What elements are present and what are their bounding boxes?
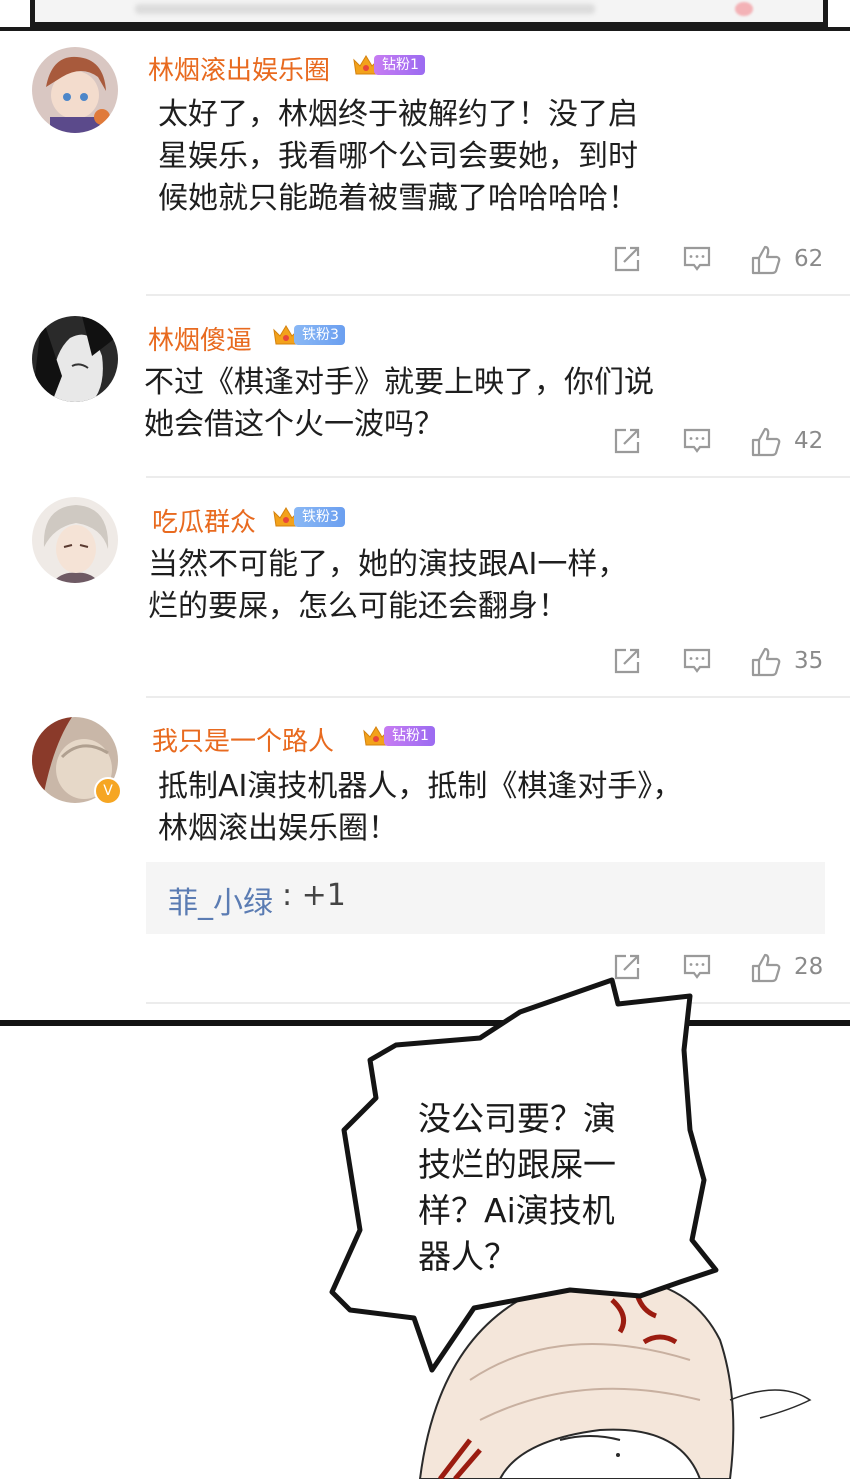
badge-label: 钻粉1 <box>374 55 425 75</box>
fan-badge: 铁粉3 <box>272 506 345 528</box>
previous-panel-remnant <box>0 0 850 30</box>
like-count: 35 <box>794 648 824 674</box>
like-count: 28 <box>794 954 824 980</box>
fan-badge: 钻粉1 <box>352 54 425 76</box>
bubble-line: 没公司要？演 <box>418 1099 616 1138</box>
username[interactable]: 吃瓜群众 <box>152 502 256 539</box>
comment-actions: 42 <box>612 426 832 462</box>
comment-icon[interactable] <box>682 426 712 456</box>
comment-text: 太好了，林烟终于被解约了！没了启 星娱乐，我看哪个公司会要她，到时 候她就只能跪… <box>158 94 638 220</box>
phone-frame-edge <box>30 0 828 27</box>
comment-text: 当然不可能了，她的演技跟AI一样， 烂的要屎，怎么可能还会翻身！ <box>148 544 627 628</box>
comment-line: 她会借这个火一波吗？ <box>144 407 444 442</box>
like-icon[interactable] <box>750 244 782 276</box>
blurred-text <box>135 4 595 14</box>
share-icon[interactable] <box>612 244 642 274</box>
like-count: 62 <box>794 246 824 272</box>
avatar[interactable] <box>32 497 118 583</box>
share-icon[interactable] <box>612 646 642 676</box>
share-icon[interactable] <box>612 952 642 982</box>
comment-text: 不过《棋逢对手》就要上映了，你们说 她会借这个火一波吗？ <box>144 362 654 446</box>
like-count: 42 <box>794 428 824 454</box>
reply-text: : +1 <box>282 878 346 913</box>
comment-actions: 35 <box>612 646 832 682</box>
like-icon[interactable] <box>750 426 782 458</box>
username[interactable]: 林烟滚出娱乐圈 <box>148 50 330 87</box>
username[interactable]: 我只是一个路人 <box>152 721 334 758</box>
comment-line: 林烟滚出娱乐圈！ <box>158 811 398 846</box>
panel-border <box>0 27 850 31</box>
divider <box>146 476 850 478</box>
comment-line: 当然不可能了，她的演技跟AI一样， <box>148 547 628 582</box>
comment-line: 太好了，林烟终于被解约了！没了启 <box>158 97 638 132</box>
like-icon[interactable] <box>750 952 782 984</box>
blurred-icon <box>735 2 753 16</box>
share-icon[interactable] <box>612 426 642 456</box>
comment-icon[interactable] <box>682 244 712 274</box>
like-icon[interactable] <box>750 646 782 678</box>
divider <box>146 1002 850 1004</box>
fan-badge: 铁粉3 <box>272 324 345 346</box>
divider <box>146 696 850 698</box>
comment-icon[interactable] <box>682 952 712 982</box>
comment-line: 候她就只能跪着被雪藏了哈哈哈哈！ <box>158 181 638 216</box>
comment-text: 抵制AI演技机器人，抵制《棋逢对手》， 林烟滚出娱乐圈！ <box>158 766 682 850</box>
reply-username[interactable]: 菲_小绿 <box>168 878 273 922</box>
comment-actions: 28 <box>612 952 832 988</box>
badge-label: 铁粉3 <box>294 325 345 345</box>
avatar[interactable] <box>32 47 118 133</box>
comment-line: 不过《棋逢对手》就要上映了，你们说 <box>144 365 654 400</box>
comment-icon[interactable] <box>682 646 712 676</box>
comment-line: 星娱乐，我看哪个公司会要她，到时 <box>158 139 638 174</box>
fan-badge: 钻粉1 <box>362 725 435 747</box>
bubble-line: 样？Ai演技机 <box>418 1191 615 1230</box>
avatar[interactable] <box>32 316 118 402</box>
comment-line: 抵制AI演技机器人，抵制《棋逢对手》， <box>158 769 683 804</box>
badge-label: 钻粉1 <box>384 726 435 746</box>
comment-line: 烂的要屎，怎么可能还会翻身！ <box>148 589 568 624</box>
reply-preview[interactable]: 菲_小绿 : +1 <box>146 862 825 934</box>
badge-label: 铁粉3 <box>294 507 345 527</box>
username[interactable]: 林烟傻逼 <box>148 320 252 357</box>
comment-actions: 62 <box>612 244 832 280</box>
panel-border <box>0 1020 850 1026</box>
speech-bubble-text: 没公司要？演 技烂的跟屎一 样？Ai演技机 器人？ <box>418 1096 616 1280</box>
divider <box>146 294 850 296</box>
bubble-line: 技烂的跟屎一 <box>418 1145 616 1184</box>
bubble-line: 器人？ <box>418 1237 517 1276</box>
verified-badge: V <box>94 777 122 805</box>
